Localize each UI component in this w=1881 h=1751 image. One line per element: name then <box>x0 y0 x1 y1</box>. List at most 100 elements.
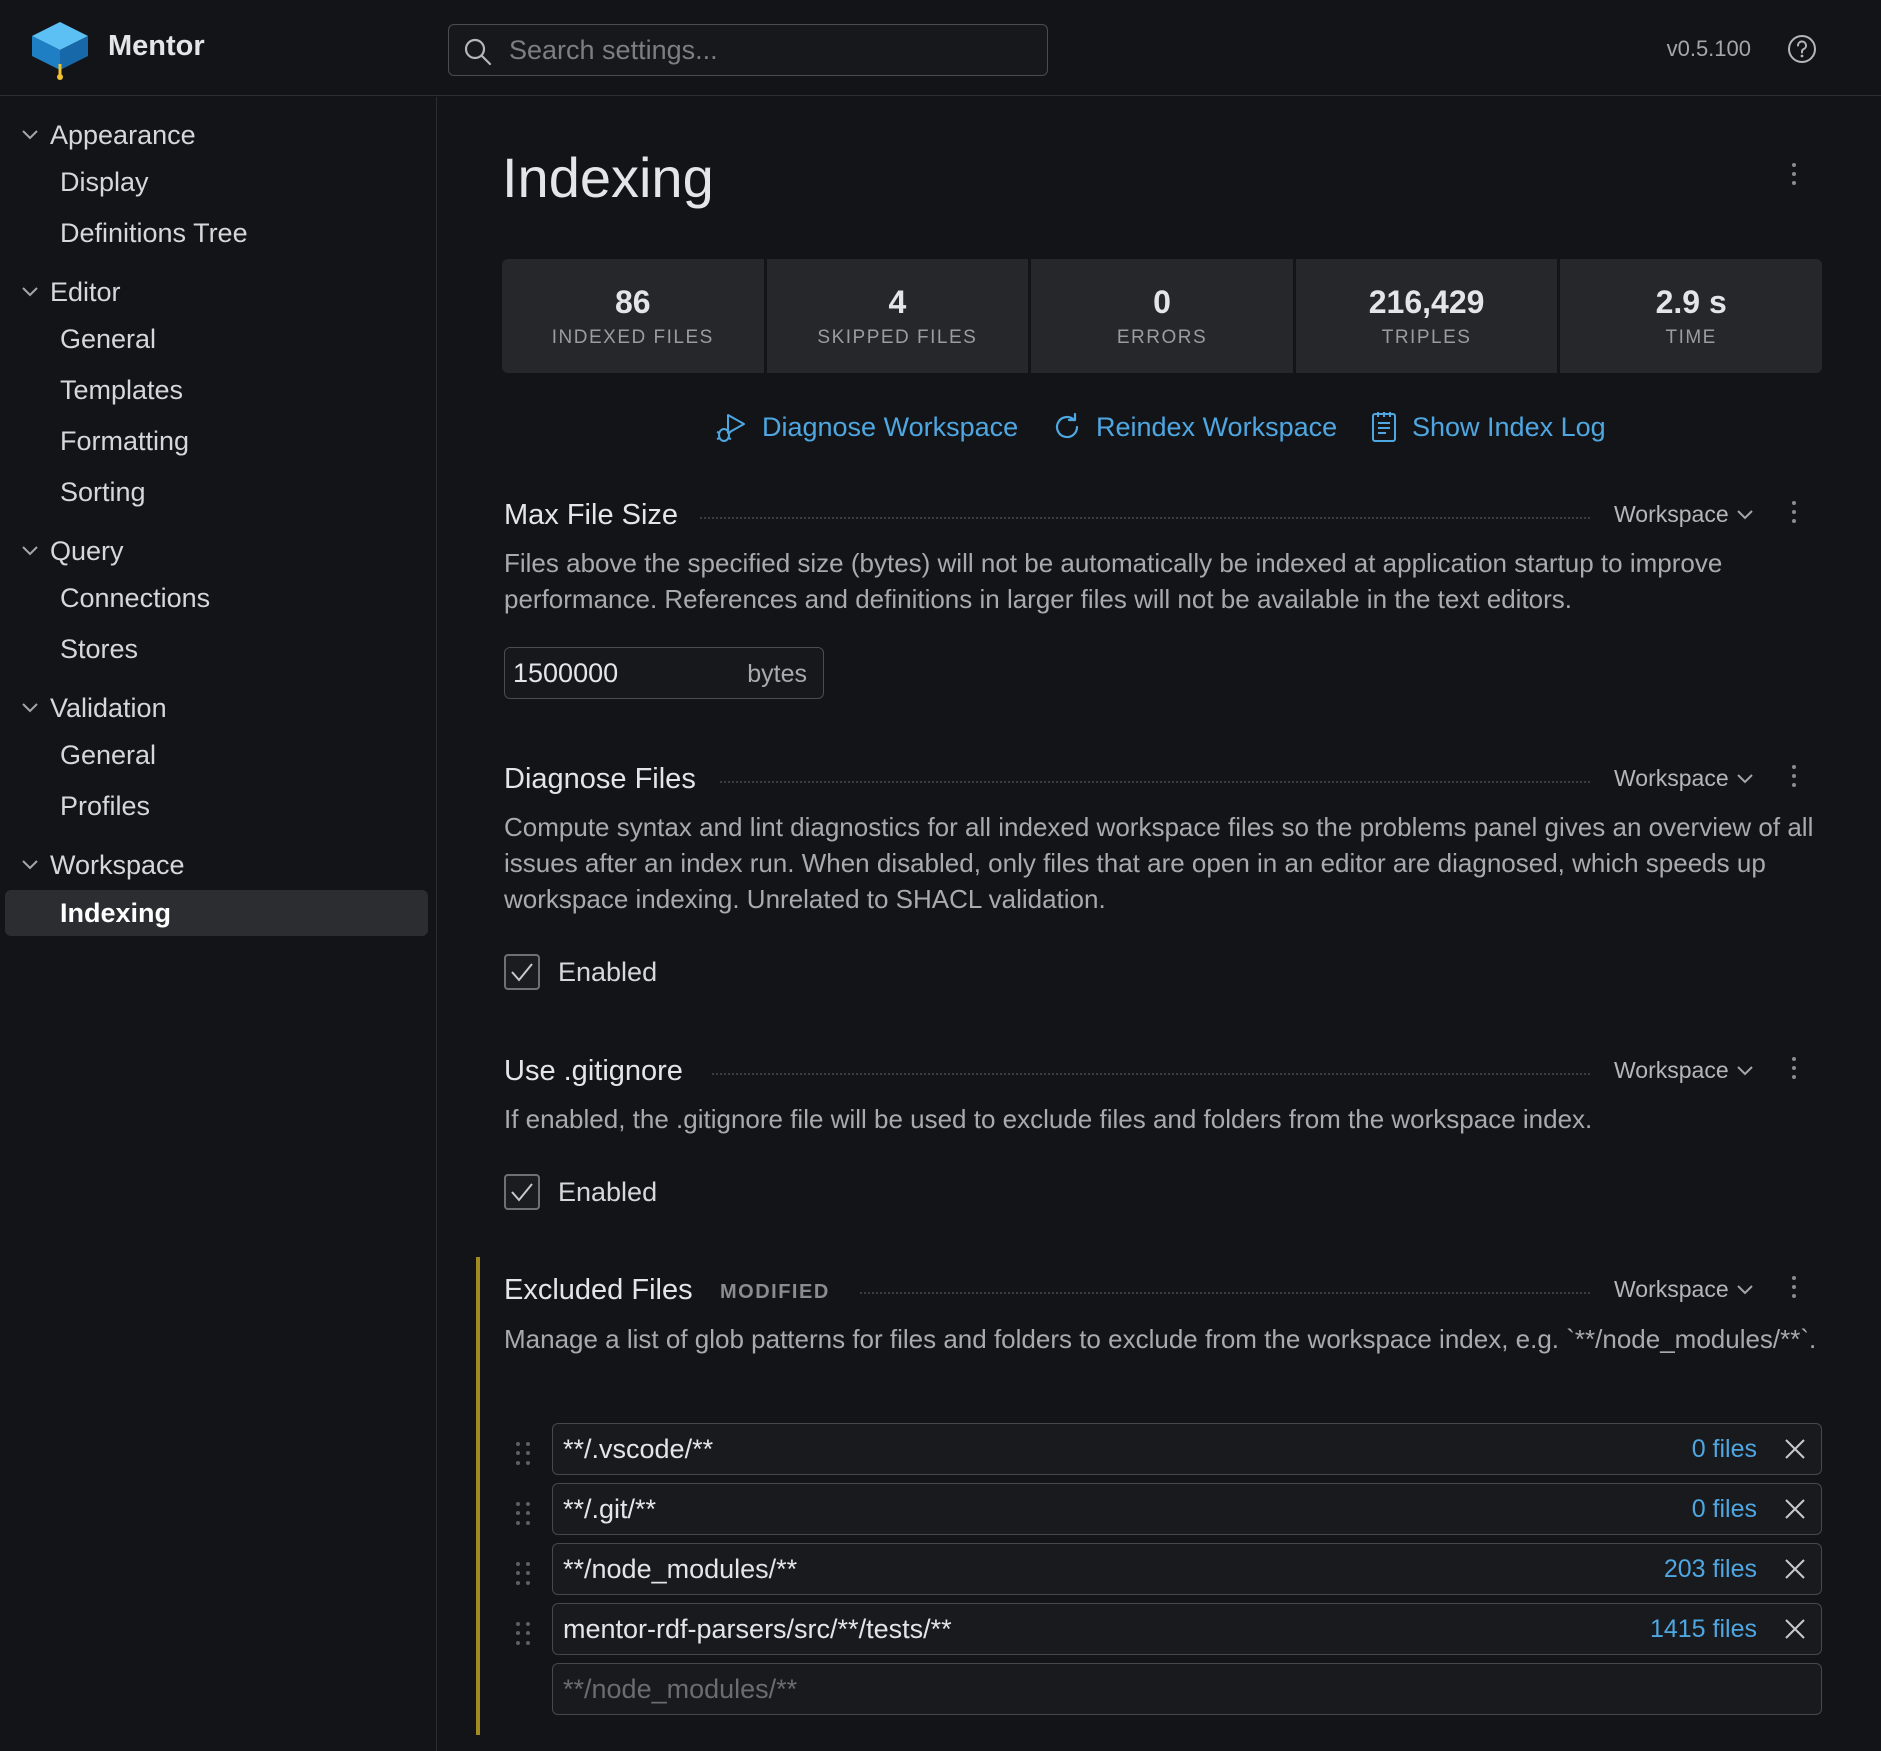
divider <box>700 517 1590 519</box>
sidebar-group-query[interactable]: Query <box>22 531 124 571</box>
sidebar-item-templates[interactable]: Templates <box>5 367 428 413</box>
chevron-down-icon <box>22 703 38 713</box>
chevron-down-icon <box>22 546 38 556</box>
sidebar-group-editor[interactable]: Editor <box>22 272 121 312</box>
sidebar-item-validation-general[interactable]: General <box>5 732 428 778</box>
sidebar-group-validation[interactable]: Validation <box>22 688 167 728</box>
checkmark-icon <box>511 1183 533 1202</box>
use-gitignore-more-icon[interactable] <box>1784 1053 1804 1083</box>
drag-handle-icon[interactable] <box>516 1562 532 1586</box>
excluded-files-description: Manage a list of glob patterns for files… <box>504 1324 1817 1354</box>
new-exclude-pattern-field[interactable] <box>552 1663 1822 1715</box>
exclude-pattern-row[interactable]: **/.git/** 0 files <box>552 1483 1822 1535</box>
stat-time: 2.9 s TIME <box>1560 259 1822 373</box>
sidebar-item-profiles[interactable]: Profiles <box>5 783 428 829</box>
max-file-size-field[interactable]: bytes <box>504 647 824 699</box>
settings-content: Indexing 86 INDEXED FILES 4 SKIPPED FILE… <box>438 97 1881 1751</box>
stat-skipped-files: 4 SKIPPED FILES <box>766 259 1029 373</box>
max-file-size-unit: bytes <box>747 660 807 688</box>
diagnose-files-more-icon[interactable] <box>1784 761 1804 791</box>
reindex-workspace-button[interactable]: Reindex Workspace <box>1052 407 1337 447</box>
sidebar-item-sorting[interactable]: Sorting <box>5 469 428 515</box>
sidebar-item-indexing[interactable]: Indexing <box>5 890 428 936</box>
bug-play-icon <box>716 414 745 442</box>
sidebar-group-label: Workspace <box>50 849 185 880</box>
divider <box>860 1292 1590 1294</box>
scope-label: Workspace <box>1614 765 1729 791</box>
sidebar-group-appearance[interactable]: Appearance <box>22 115 196 155</box>
diagnose-workspace-label: Diagnose Workspace <box>762 411 1019 442</box>
matched-files-count[interactable]: 0 files <box>1692 1435 1757 1464</box>
checkbox-label: Enabled <box>558 956 658 987</box>
scope-label: Workspace <box>1614 1057 1729 1083</box>
diagnose-files-description: Compute syntax and lint diagnostics for … <box>504 812 1814 914</box>
max-file-size-more-icon[interactable] <box>1784 497 1804 527</box>
chevron-down-icon <box>22 130 38 140</box>
search-input[interactable] <box>509 25 1039 75</box>
max-file-size-input[interactable] <box>513 648 733 698</box>
stat-value: 2.9 s <box>1655 283 1727 320</box>
reindex-workspace-label: Reindex Workspace <box>1096 411 1338 442</box>
sidebar-item-definitions-tree[interactable]: Definitions Tree <box>5 210 428 256</box>
page-more-icon[interactable] <box>1784 159 1804 189</box>
help-icon[interactable] <box>1787 34 1817 64</box>
divider <box>720 781 1590 783</box>
matched-files-count[interactable]: 203 files <box>1664 1555 1757 1584</box>
checkbox-box[interactable] <box>504 954 540 990</box>
show-index-log-button[interactable]: Show Index Log <box>1370 407 1606 447</box>
drag-handle-icon[interactable] <box>516 1502 532 1526</box>
close-icon[interactable] <box>1783 1437 1807 1461</box>
sidebar-item-formatting[interactable]: Formatting <box>5 418 428 464</box>
search-icon <box>464 38 492 66</box>
use-gitignore-checkbox[interactable]: Enabled <box>504 1174 657 1210</box>
matched-files-count[interactable]: 1415 files <box>1650 1615 1757 1644</box>
exclude-pattern[interactable]: **/.vscode/** <box>563 1434 713 1465</box>
diagnose-files-checkbox[interactable]: Enabled <box>504 954 657 990</box>
exclude-pattern[interactable]: **/.git/** <box>563 1494 656 1525</box>
sidebar-item-stores[interactable]: Stores <box>5 626 428 672</box>
show-index-log-label: Show Index Log <box>1412 411 1606 442</box>
stat-errors: 0 ERRORS <box>1031 259 1293 373</box>
modified-badge: MODIFIED <box>720 1281 830 1303</box>
use-gitignore-scope-dropdown[interactable]: Workspace <box>1614 1057 1753 1084</box>
stat-label: TRIPLES <box>1381 326 1472 348</box>
close-icon[interactable] <box>1783 1617 1807 1641</box>
stat-value: 4 <box>888 283 907 320</box>
use-gitignore-title: Use .gitignore <box>504 1055 683 1087</box>
exclude-pattern-row[interactable]: **/.vscode/** 0 files <box>552 1423 1822 1475</box>
chevron-down-icon <box>22 860 38 870</box>
close-icon[interactable] <box>1783 1557 1807 1581</box>
excluded-files-more-icon[interactable] <box>1784 1272 1804 1302</box>
close-icon[interactable] <box>1783 1497 1807 1521</box>
index-actions: Diagnose Workspace Reindex Workspace Sho… <box>438 407 1881 447</box>
checkmark-icon <box>511 963 533 982</box>
index-stats: 86 INDEXED FILES 4 SKIPPED FILES 0 ERROR… <box>502 259 1822 373</box>
diagnose-files-scope-dropdown[interactable]: Workspace <box>1614 765 1753 792</box>
mentor-logo-icon <box>32 22 88 80</box>
use-gitignore-description: If enabled, the .gitignore file will be … <box>504 1104 1593 1134</box>
chevron-down-icon <box>22 287 38 297</box>
diagnose-workspace-button[interactable]: Diagnose Workspace <box>714 407 1018 447</box>
search-box[interactable] <box>448 24 1048 76</box>
exclude-pattern[interactable]: **/node_modules/** <box>563 1554 797 1585</box>
sidebar-group-workspace[interactable]: Workspace <box>22 845 185 885</box>
exclude-pattern[interactable]: mentor-rdf-parsers/src/**/tests/** <box>563 1614 952 1645</box>
sidebar-group-label: Validation <box>50 692 167 723</box>
excluded-files-scope-dropdown[interactable]: Workspace <box>1614 1276 1753 1303</box>
new-exclude-pattern-input[interactable] <box>563 1664 1803 1714</box>
max-file-size-scope-dropdown[interactable]: Workspace <box>1614 501 1753 528</box>
stat-indexed-files: 86 INDEXED FILES <box>502 259 764 373</box>
exclude-pattern-row[interactable]: **/node_modules/** 203 files <box>552 1543 1822 1595</box>
drag-handle-icon[interactable] <box>516 1622 532 1646</box>
sidebar-group-label: Appearance <box>50 119 196 150</box>
scope-label: Workspace <box>1614 1276 1729 1302</box>
drag-handle-icon[interactable] <box>516 1442 532 1466</box>
sidebar-item-display[interactable]: Display <box>5 159 428 205</box>
modified-indicator-bar <box>476 1257 480 1735</box>
sidebar-item-connections[interactable]: Connections <box>5 575 428 621</box>
sidebar-item-general[interactable]: General <box>5 316 428 362</box>
checkbox-box[interactable] <box>504 1174 540 1210</box>
chevron-down-icon <box>1736 1065 1753 1075</box>
matched-files-count[interactable]: 0 files <box>1692 1495 1757 1524</box>
exclude-pattern-row[interactable]: mentor-rdf-parsers/src/**/tests/** 1415 … <box>552 1603 1822 1655</box>
